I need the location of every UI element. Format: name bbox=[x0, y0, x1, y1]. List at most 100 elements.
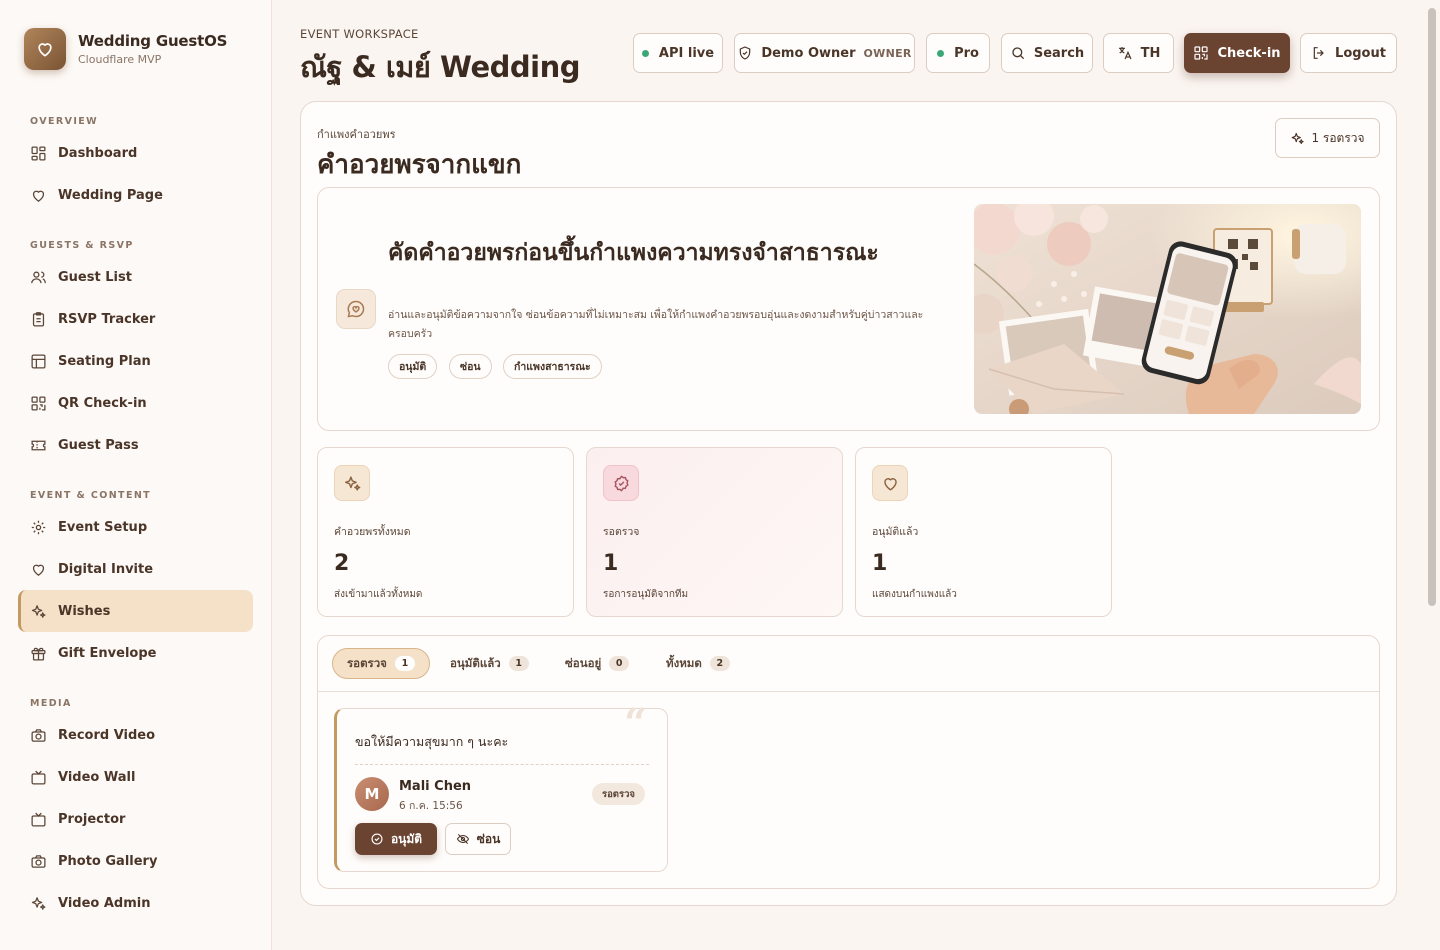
sidebar-item-rsvp-tracker[interactable]: RSVP Tracker bbox=[18, 298, 253, 340]
hero-description: อ่านและอนุมัติข้อความจากใจ ซ่อนข้อความที… bbox=[388, 309, 924, 340]
wish-message: ขอให้มีความสุขมาก ๆ นะคะ bbox=[355, 734, 509, 749]
users-icon bbox=[31, 271, 46, 283]
sidebar-item-label: Gift Envelope bbox=[58, 645, 157, 661]
sidebar-item-record-video[interactable]: Record Video bbox=[18, 714, 253, 756]
stat-card-approved: อนุมัติแล้ว 1 แสดงบนกำแพงแล้ว bbox=[855, 447, 1112, 617]
sidebar-item-guest-pass[interactable]: Guest Pass bbox=[18, 424, 253, 466]
stat-sub: ส่งเข้ามาแล้วทั้งหมด bbox=[334, 589, 423, 600]
sidebar-item-label: RSVP Tracker bbox=[58, 311, 156, 327]
sidebar-item-label: Video Wall bbox=[58, 769, 136, 785]
hero-image bbox=[974, 204, 1361, 414]
heart-icon bbox=[32, 564, 45, 576]
avatar: M bbox=[355, 777, 389, 811]
tv-icon bbox=[31, 812, 46, 827]
check-circle-icon bbox=[371, 833, 383, 845]
qr-icon bbox=[1194, 46, 1209, 60]
nav-section-media: MEDIA bbox=[30, 698, 72, 709]
nav-section-event: EVENT & CONTENT bbox=[30, 490, 152, 501]
tab-pending[interactable]: รอตรวจ 1 bbox=[332, 648, 430, 679]
stat-card-total: คำอวยพรทั้งหมด 2 ส่งเข้ามาแล้วทั้งหมด bbox=[317, 447, 574, 617]
sidebar-item-guest-list[interactable]: Guest List bbox=[18, 256, 253, 298]
tab-all[interactable]: ทั้งหมด 2 bbox=[652, 648, 744, 679]
sidebar-item-label: Photo Gallery bbox=[58, 853, 158, 869]
sidebar-item-photo-gallery[interactable]: Photo Gallery bbox=[18, 840, 253, 882]
tab-label: รอตรวจ bbox=[347, 655, 387, 670]
stat-icon-box bbox=[872, 465, 908, 501]
search-button[interactable]: Search bbox=[1001, 33, 1093, 73]
page-title: ณัฐ & เมย์ Wedding bbox=[300, 50, 581, 84]
tab-label: อนุมัติแล้ว bbox=[450, 655, 501, 670]
sidebar-item-label: Event Setup bbox=[58, 519, 148, 535]
sidebar-item-projector[interactable]: Projector bbox=[18, 798, 253, 840]
brand-title: Wedding GuestOS bbox=[78, 32, 228, 50]
sidebar-item-label: Record Video bbox=[58, 727, 156, 743]
plan-button[interactable]: Pro bbox=[926, 33, 990, 73]
sparkles-icon bbox=[31, 604, 46, 618]
logout-label: Logout bbox=[1335, 45, 1386, 61]
heart-icon bbox=[883, 477, 897, 491]
sidebar-item-wishes[interactable]: Wishes bbox=[18, 590, 253, 632]
tab-hidden[interactable]: ซ่อนอยู่ 0 bbox=[551, 648, 643, 679]
sidebar-item-qr-checkin[interactable]: QR Check-in bbox=[18, 382, 253, 424]
workspace-label: EVENT WORKSPACE bbox=[300, 27, 419, 41]
eye-off-icon bbox=[456, 833, 469, 845]
sidebar: Wedding GuestOS Cloudflare MVP OVERVIEW … bbox=[0, 0, 272, 950]
api-status-button[interactable]: API live bbox=[633, 33, 723, 73]
sidebar-item-label: Dashboard bbox=[58, 145, 138, 161]
tab-count-badge: 1 bbox=[508, 656, 529, 671]
translate-icon bbox=[1118, 47, 1132, 60]
grid-icon bbox=[31, 145, 46, 161]
nav-section-guests: GUESTS & RSVP bbox=[30, 240, 134, 251]
clipboard-icon bbox=[32, 311, 45, 327]
sidebar-item-dashboard[interactable]: Dashboard bbox=[18, 132, 253, 174]
owner-button[interactable]: Demo Owner OWNER bbox=[734, 33, 915, 73]
sidebar-item-video-admin[interactable]: Video Admin bbox=[18, 882, 253, 924]
wish-timestamp: 6 ก.ค. 15:56 bbox=[399, 800, 463, 812]
checkin-button[interactable]: Check-in bbox=[1184, 33, 1290, 73]
sidebar-item-seating-plan[interactable]: Seating Plan bbox=[18, 340, 253, 382]
sidebar-item-video-wall[interactable]: Video Wall bbox=[18, 756, 253, 798]
approve-button[interactable]: อนุมัติ bbox=[355, 823, 437, 855]
stat-label: อนุมัติแล้ว bbox=[872, 526, 919, 538]
logout-button[interactable]: Logout bbox=[1300, 33, 1397, 73]
tab-approved[interactable]: อนุมัติแล้ว 1 bbox=[436, 648, 543, 679]
sidebar-item-event-setup[interactable]: Event Setup bbox=[18, 506, 253, 548]
sparkles-icon bbox=[31, 896, 46, 910]
brand[interactable]: Wedding GuestOS Cloudflare MVP bbox=[24, 28, 227, 70]
language-label: TH bbox=[1140, 45, 1161, 61]
stat-value: 2 bbox=[334, 551, 350, 576]
stat-label: รอตรวจ bbox=[603, 526, 640, 538]
owner-role-badge: OWNER bbox=[863, 46, 912, 60]
sidebar-item-label: Digital Invite bbox=[58, 561, 154, 577]
sidebar-item-gift-envelope[interactable]: Gift Envelope bbox=[18, 632, 253, 674]
section-title: คำอวยพรจากแขก bbox=[317, 150, 522, 180]
stat-sub: รอการอนุมัติจากทีม bbox=[603, 589, 689, 600]
wish-divider bbox=[355, 764, 649, 765]
search-icon bbox=[1012, 47, 1024, 60]
scrollbar[interactable] bbox=[1428, 8, 1436, 606]
sidebar-item-digital-invite[interactable]: Digital Invite bbox=[18, 548, 253, 590]
tab-count-badge: 0 bbox=[609, 656, 630, 671]
stat-icon-box bbox=[334, 465, 370, 501]
message-heart-icon bbox=[347, 300, 365, 318]
camera-icon bbox=[31, 854, 46, 868]
language-button[interactable]: TH bbox=[1103, 33, 1174, 73]
brand-logo bbox=[24, 28, 66, 70]
stat-icon-box bbox=[603, 465, 639, 501]
ticket-icon bbox=[31, 440, 46, 450]
sparkles-icon bbox=[344, 475, 360, 491]
sidebar-item-wedding-page[interactable]: Wedding Page bbox=[18, 174, 253, 216]
tab-label: ซ่อนอยู่ bbox=[565, 655, 602, 670]
tab-count-badge: 1 bbox=[394, 656, 415, 671]
sidebar-item-label: Wedding Page bbox=[58, 187, 163, 203]
sparkles-icon bbox=[1292, 132, 1305, 144]
chip-public-wall: กำแพงสาธารณะ bbox=[503, 354, 602, 379]
hero-icon-box bbox=[336, 289, 376, 329]
stat-label: คำอวยพรทั้งหมด bbox=[334, 526, 411, 538]
stat-value: 1 bbox=[603, 551, 619, 576]
pending-filter-button[interactable]: 1 รอตรวจ bbox=[1275, 118, 1380, 158]
hide-button[interactable]: ซ่อน bbox=[445, 823, 511, 855]
nav-section-overview: OVERVIEW bbox=[30, 116, 99, 127]
tab-label: ทั้งหมด bbox=[666, 655, 702, 670]
quote-icon: “ bbox=[624, 700, 648, 747]
